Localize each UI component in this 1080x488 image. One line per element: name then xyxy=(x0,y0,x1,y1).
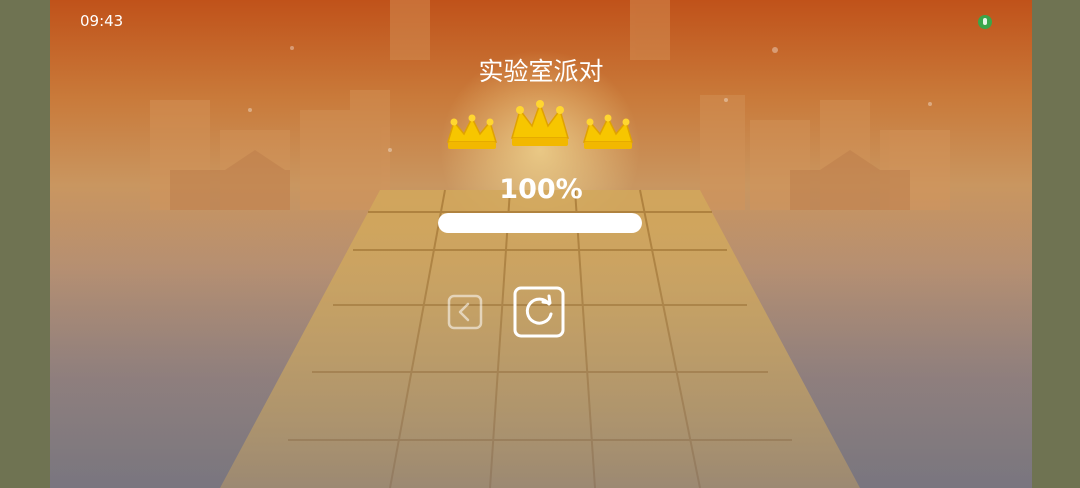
chevron-left-icon xyxy=(447,294,483,330)
crown-rating xyxy=(446,100,634,149)
status-time: 09:43 xyxy=(80,12,124,30)
completion-percent: 100% xyxy=(499,174,583,205)
crown-icon xyxy=(446,114,498,149)
progress-bar xyxy=(438,213,642,233)
crown-icon xyxy=(511,100,569,146)
back-button[interactable] xyxy=(447,294,483,330)
letterbox-right xyxy=(1032,0,1080,488)
letterbox-left xyxy=(0,0,50,488)
crown-icon xyxy=(582,114,634,149)
level-title: 实验室派对 xyxy=(478,57,604,86)
game-stage: 09:43 实验室派对 100% xyxy=(50,0,1032,488)
fog-overlay xyxy=(50,220,1032,488)
progress-fill xyxy=(438,213,642,233)
mic-active-icon xyxy=(978,15,992,29)
restart-icon xyxy=(513,286,565,338)
restart-button[interactable] xyxy=(513,286,565,338)
game-screen: 09:43 实验室派对 100% xyxy=(0,0,1080,488)
